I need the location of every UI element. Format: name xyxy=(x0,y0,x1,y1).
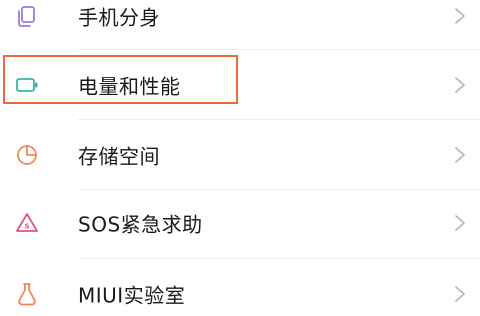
battery-icon xyxy=(14,72,40,98)
settings-item-storage[interactable]: 存储空间 xyxy=(0,120,480,190)
settings-item-sos[interactable]: S SOS紧急求助 xyxy=(0,188,480,258)
settings-item-clone-phone[interactable]: 手机分身 xyxy=(0,0,480,51)
sos-warning-icon: S xyxy=(14,210,40,236)
storage-pie-icon xyxy=(14,142,40,168)
settings-item-label: 电量和性能 xyxy=(78,74,181,99)
lab-flask-icon xyxy=(14,281,40,307)
settings-item-miui-lab[interactable]: MIUI实验室 xyxy=(0,259,480,316)
chevron-right-icon xyxy=(454,7,466,25)
chevron-right-icon xyxy=(454,76,466,94)
settings-list: 手机分身 电量和性能 存储空间 S SOS紧急求助 MIUI实验室 xyxy=(0,0,480,316)
svg-text:S: S xyxy=(24,223,29,231)
settings-item-label: SOS紧急求助 xyxy=(78,212,203,237)
settings-item-label: MIUI实验室 xyxy=(78,283,186,308)
chevron-right-icon xyxy=(454,146,466,164)
clone-phone-icon xyxy=(14,3,40,29)
settings-item-battery-performance[interactable]: 电量和性能 xyxy=(0,50,480,120)
settings-item-label: 存储空间 xyxy=(78,144,160,169)
chevron-right-icon xyxy=(454,285,466,303)
chevron-right-icon xyxy=(454,214,466,232)
settings-item-label: 手机分身 xyxy=(78,5,160,30)
